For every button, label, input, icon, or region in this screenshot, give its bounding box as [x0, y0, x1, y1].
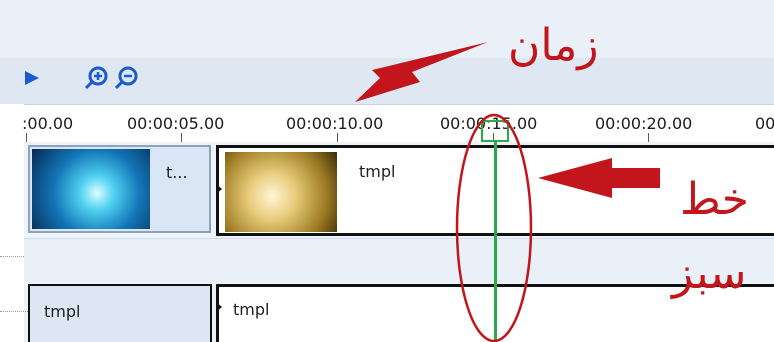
transition-marker-icon: [216, 302, 222, 312]
transition-track: [24, 238, 774, 284]
clip-thumbnail: [225, 152, 337, 232]
clip-label: t...: [166, 163, 188, 182]
timeline-ruler[interactable]: :00.00 00:00:05.00 00:00:10.00 00:00:15.…: [22, 104, 774, 143]
playhead-handle[interactable]: [481, 120, 509, 142]
ruler-label: 00:00:20.00: [595, 114, 693, 133]
clip-label: tmpl: [44, 302, 81, 321]
row-divider: [0, 311, 28, 313]
ruler-label: :00.00: [22, 114, 74, 133]
transition-marker-icon: [216, 184, 222, 194]
clip-label: tmpl: [359, 162, 396, 181]
video-clip-star[interactable]: t...: [28, 145, 211, 233]
zoom-in-icon[interactable]: [84, 66, 108, 90]
top-bar: [0, 0, 774, 58]
play-icon[interactable]: [24, 70, 40, 86]
ruler-label: 00:00:05.00: [127, 114, 225, 133]
clip-label: tmpl: [233, 300, 270, 319]
row-divider: [0, 256, 24, 258]
title-clip-left[interactable]: tmpl: [28, 284, 212, 342]
annotation-time: زمان: [508, 20, 599, 71]
playhead-line[interactable]: [494, 142, 497, 342]
ruler-label: 00:00:10.00: [286, 114, 384, 133]
zoom-out-icon[interactable]: [114, 66, 138, 90]
clip-thumbnail: [32, 149, 150, 229]
annotation-green: سبز: [672, 248, 747, 299]
ruler-label: 00: [755, 114, 774, 133]
annotation-line: خط: [680, 174, 749, 225]
